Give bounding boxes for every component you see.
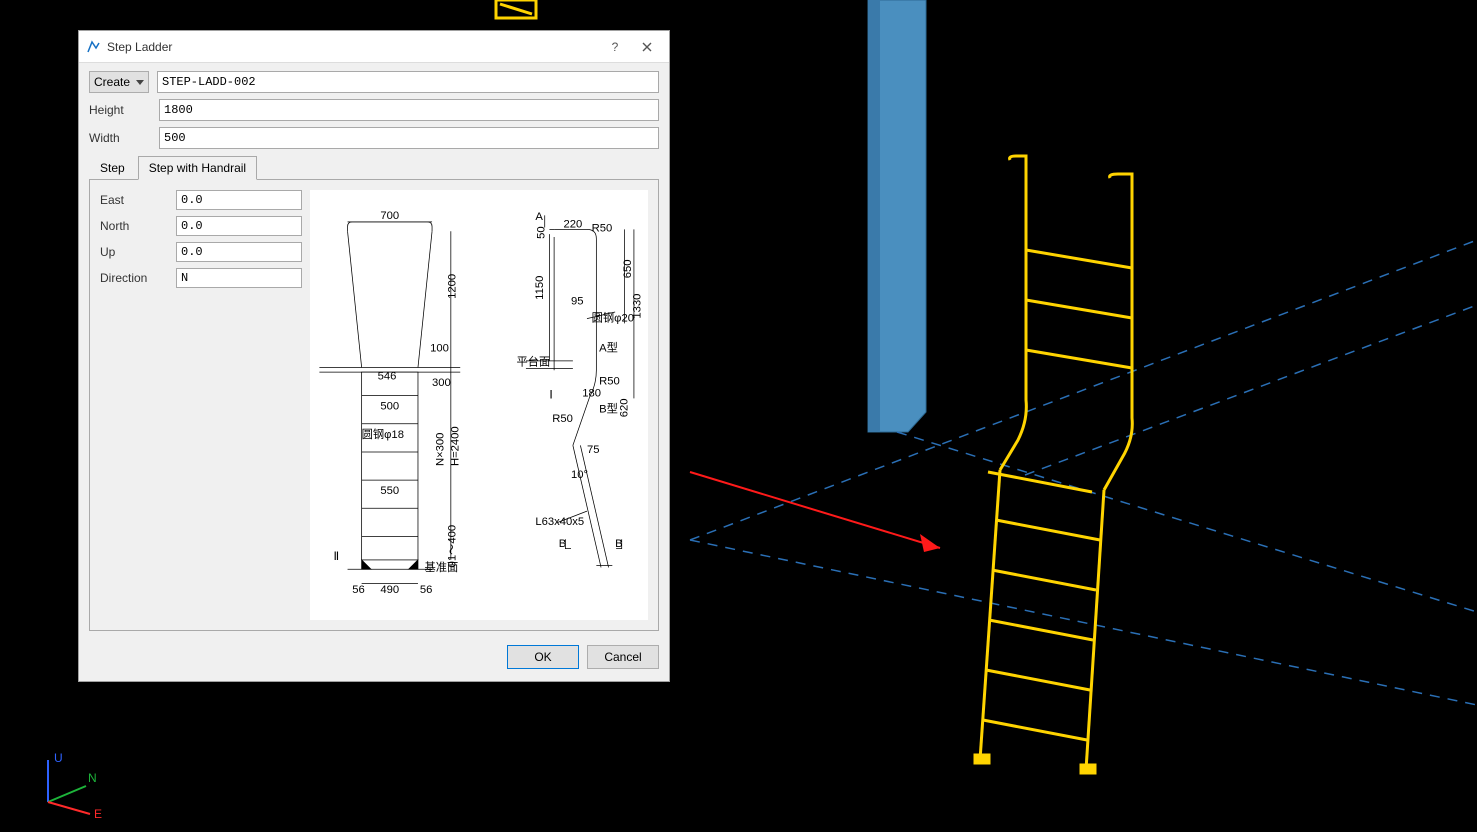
chevron-down-icon	[136, 75, 144, 89]
svg-text:620: 620	[618, 398, 630, 417]
technical-diagram: 700	[310, 190, 648, 620]
tab-step-handrail[interactable]: Step with Handrail	[138, 156, 257, 180]
svg-text:500: 500	[380, 401, 399, 413]
direction-input[interactable]	[176, 268, 302, 288]
svg-text:1150: 1150	[534, 276, 546, 300]
svg-text:10°: 10°	[571, 469, 588, 481]
close-button[interactable]	[631, 33, 663, 61]
close-icon	[642, 42, 652, 52]
svg-text:B型: B型	[599, 402, 618, 416]
svg-text:圆钢φ20: 圆钢φ20	[592, 311, 634, 324]
svg-text:Ⅱ: Ⅱ	[333, 551, 339, 563]
svg-text:U: U	[54, 752, 63, 765]
dialog-title: Step Ladder	[107, 40, 599, 54]
create-dropdown[interactable]: Create	[89, 71, 149, 93]
up-input[interactable]	[176, 242, 302, 262]
name-input[interactable]	[157, 71, 659, 93]
svg-text:E: E	[94, 807, 102, 821]
svg-text:01～400: 01～400	[447, 525, 459, 568]
svg-text:圆钢φ18: 圆钢φ18	[362, 428, 404, 441]
tab-strip: Step Step with Handrail	[89, 155, 659, 180]
svg-text:基准面: 基准面	[425, 561, 459, 574]
north-label: North	[100, 219, 176, 233]
east-input[interactable]	[176, 190, 302, 210]
app-icon	[85, 39, 101, 55]
ucs-axis: U N E	[28, 752, 108, 822]
height-input[interactable]	[159, 99, 659, 121]
svg-text:95: 95	[571, 296, 584, 308]
svg-text:56: 56	[352, 584, 365, 596]
svg-text:H=2400: H=2400	[449, 426, 461, 466]
svg-text:75: 75	[587, 444, 600, 456]
svg-text:650: 650	[622, 259, 634, 278]
east-label: East	[100, 193, 176, 207]
svg-text:490: 490	[380, 584, 399, 596]
svg-text:550: 550	[380, 485, 399, 497]
tab-step[interactable]: Step	[89, 156, 136, 180]
svg-text:A: A	[535, 211, 543, 223]
svg-text:50: 50	[536, 226, 548, 239]
step-ladder-dialog: Step Ladder ? Create Height Width Step	[78, 30, 670, 682]
svg-text:A型: A型	[599, 340, 618, 354]
dialog-titlebar[interactable]: Step Ladder ?	[79, 31, 669, 63]
svg-text:Ⅰ: Ⅰ	[549, 389, 552, 401]
svg-text:300: 300	[432, 377, 451, 389]
svg-text:L63x40x5: L63x40x5	[535, 516, 584, 528]
svg-text:R50: R50	[552, 413, 573, 425]
north-input[interactable]	[176, 216, 302, 236]
svg-text:546: 546	[378, 371, 397, 383]
tab-panel: East North Up Direction	[89, 180, 659, 631]
create-dropdown-label: Create	[94, 75, 130, 89]
svg-text:180: 180	[582, 388, 601, 400]
svg-text:220: 220	[564, 219, 583, 231]
svg-text:N×300: N×300	[434, 433, 446, 466]
svg-text:700: 700	[380, 210, 399, 222]
width-input[interactable]	[159, 127, 659, 149]
svg-text:平台面: 平台面	[517, 355, 551, 369]
width-label: Width	[89, 131, 159, 145]
up-label: Up	[100, 245, 176, 259]
svg-text:56: 56	[420, 584, 433, 596]
cancel-button[interactable]: Cancel	[587, 645, 659, 669]
svg-text:R50: R50	[599, 375, 620, 387]
direction-label: Direction	[100, 271, 176, 285]
svg-text:100: 100	[430, 342, 449, 354]
height-label: Height	[89, 103, 159, 117]
svg-text:1200: 1200	[447, 274, 459, 299]
svg-text:N: N	[88, 771, 97, 785]
help-button[interactable]: ?	[599, 33, 631, 61]
ok-button[interactable]: OK	[507, 645, 579, 669]
